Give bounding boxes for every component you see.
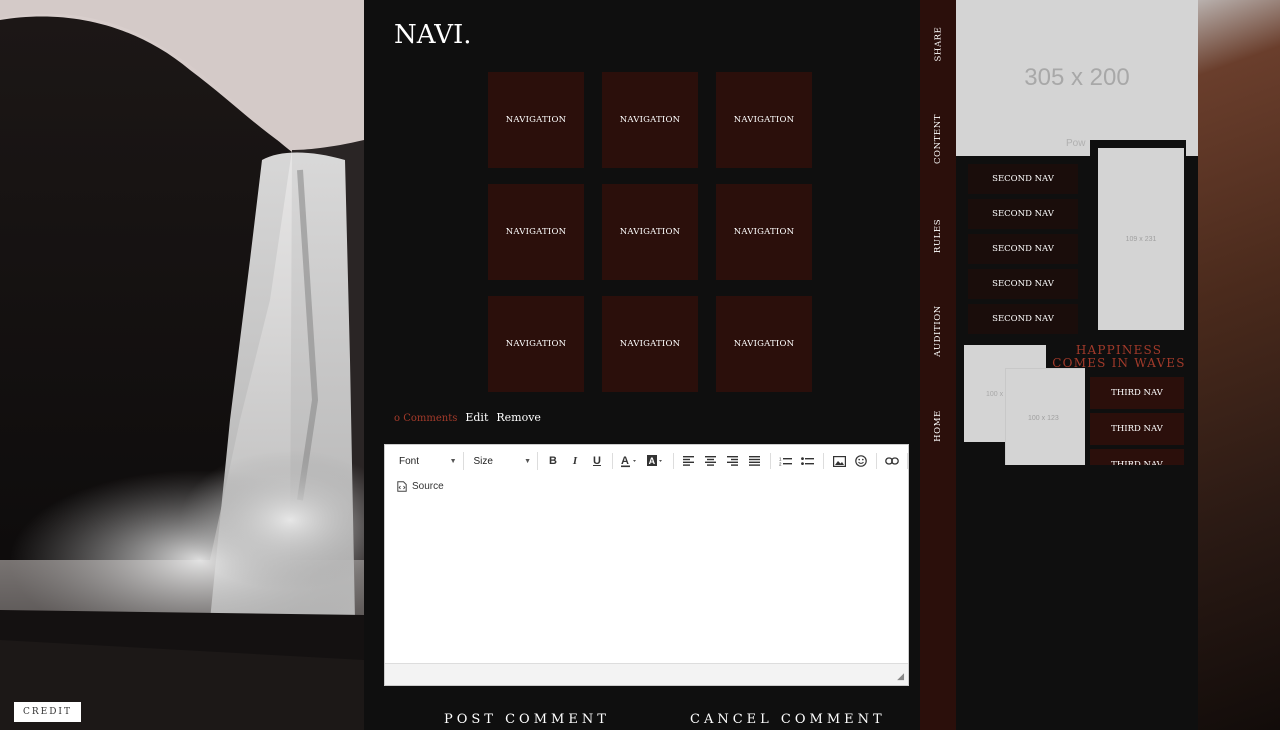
- format-group: B I U: [538, 453, 613, 469]
- comments-row: o Comments Edit Remove: [394, 411, 541, 424]
- second-nav-item[interactable]: SECOND NAV: [968, 269, 1078, 299]
- emoji-icon[interactable]: [850, 452, 872, 470]
- second-nav: SECOND NAV SECOND NAV SECOND NAV SECOND …: [968, 164, 1078, 339]
- tall-placeholder: 109 x 231: [1098, 148, 1184, 330]
- numbered-list-icon[interactable]: 12: [775, 452, 797, 470]
- underline-icon[interactable]: U: [586, 452, 608, 470]
- landscape-photo-right: [1198, 0, 1280, 730]
- vertical-tab-bar: SHARE CONTENT RULES AUDITION HOME: [920, 0, 956, 730]
- nav-tile[interactable]: NAVIGATION: [488, 72, 584, 168]
- small-placeholder-b-label: 100 x 123: [1028, 415, 1059, 422]
- font-select[interactable]: Font ▼: [393, 452, 464, 470]
- nav-tile[interactable]: NAVIGATION: [602, 184, 698, 280]
- resize-handle-icon[interactable]: ◢: [897, 672, 904, 682]
- tab-share[interactable]: SHARE: [920, 24, 956, 64]
- text-color-icon[interactable]: A: [617, 452, 643, 470]
- nav-tile[interactable]: NAVIGATION: [716, 184, 812, 280]
- third-nav: THIRD NAV THIRD NAV THIRD NAV: [1090, 377, 1184, 465]
- source-label: Source: [412, 481, 444, 492]
- navigation-grid: NAVIGATION NAVIGATION NAVIGATION NAVIGAT…: [488, 72, 814, 392]
- third-nav-item[interactable]: THIRD NAV: [1090, 377, 1184, 409]
- main-content: NAVI. NAVIGATION NAVIGATION NAVIGATION N…: [364, 0, 920, 730]
- edit-link[interactable]: Edit: [465, 411, 488, 424]
- tall-placeholder-label: 109 x 231: [1125, 235, 1157, 243]
- tab-audition[interactable]: AUDITION: [920, 305, 956, 357]
- waterfall-photo-art: [0, 0, 364, 730]
- list-group: 12: [771, 453, 824, 469]
- nav-tile[interactable]: NAVIGATION: [488, 184, 584, 280]
- align-group: [674, 453, 771, 469]
- tab-home[interactable]: HOME: [920, 408, 956, 444]
- link-group: [877, 453, 908, 469]
- post-comment-button[interactable]: POST COMMENT: [444, 712, 610, 727]
- bold-icon[interactable]: B: [542, 452, 564, 470]
- nav-tile[interactable]: NAVIGATION: [488, 296, 584, 392]
- second-nav-item[interactable]: SECOND NAV: [968, 234, 1078, 264]
- nav-tile[interactable]: NAVIGATION: [602, 72, 698, 168]
- align-left-icon[interactable]: [678, 452, 700, 470]
- editor-status-bar: ◢: [385, 663, 908, 685]
- remove-link[interactable]: Remove: [496, 411, 541, 424]
- waterfall-photo-left: [0, 0, 364, 730]
- svg-text:A: A: [621, 455, 629, 467]
- banner-placeholder-label: 305 x 200: [1024, 64, 1130, 91]
- align-justify-icon[interactable]: [744, 452, 766, 470]
- size-select-label: Size: [473, 455, 493, 467]
- background-color-icon[interactable]: A: [643, 452, 669, 470]
- second-nav-item[interactable]: SECOND NAV: [968, 304, 1078, 334]
- banner-placeholder-subtext: Pow: [1066, 138, 1086, 149]
- bullet-list-icon[interactable]: [797, 452, 819, 470]
- font-select-label: Font: [399, 455, 420, 467]
- source-button[interactable]: Source: [385, 477, 908, 492]
- chevron-down-icon: ▼: [449, 457, 457, 465]
- link-icon[interactable]: [881, 452, 903, 470]
- source-icon: [397, 481, 407, 492]
- image-icon[interactable]: [828, 452, 850, 470]
- small-placeholder-b: 100 x 123: [1005, 368, 1085, 465]
- align-center-icon[interactable]: [700, 452, 722, 470]
- svg-text:A: A: [649, 456, 656, 466]
- nav-tile[interactable]: NAVIGATION: [602, 296, 698, 392]
- align-right-icon[interactable]: [722, 452, 744, 470]
- chevron-down-icon: ▼: [524, 457, 531, 465]
- small-placeholder-a-label: 100 x: [986, 391, 1004, 398]
- insert-group: [824, 453, 877, 469]
- credit-button[interactable]: CREDIT: [14, 702, 81, 722]
- tab-rules[interactable]: RULES: [920, 216, 956, 256]
- nav-tile[interactable]: NAVIGATION: [716, 296, 812, 392]
- comment-editor: Font ▼ Size ▼ B I U A A 1 2 Source ◢: [384, 444, 909, 686]
- sidebar: 305 x 200 Pow 109 x 231 SECOND NAV SECON…: [956, 0, 1198, 730]
- nav-tile[interactable]: NAVIGATION: [716, 72, 812, 168]
- cancel-comment-button[interactable]: CANCEL COMMENT: [690, 712, 886, 727]
- page-title: NAVI.: [394, 20, 472, 50]
- third-nav-item[interactable]: THIRD NAV: [1090, 449, 1184, 465]
- size-select[interactable]: Size ▼: [468, 452, 538, 470]
- tab-content[interactable]: CONTENT: [920, 114, 956, 164]
- tagline: HAPPINESS COMES IN WAVES: [1052, 343, 1186, 370]
- italic-icon[interactable]: I: [564, 452, 586, 470]
- editor-text-area[interactable]: [385, 505, 908, 663]
- third-nav-item[interactable]: THIRD NAV: [1090, 413, 1184, 445]
- second-nav-item[interactable]: SECOND NAV: [968, 164, 1078, 194]
- color-group: A A: [613, 453, 674, 469]
- second-nav-item[interactable]: SECOND NAV: [968, 199, 1078, 229]
- comments-count-link[interactable]: o Comments: [394, 413, 457, 424]
- editor-toolbar: Font ▼ Size ▼ B I U A A 1 2: [385, 445, 908, 477]
- svg-text:2: 2: [779, 462, 782, 467]
- banner-placeholder: 305 x 200 Pow: [956, 0, 1198, 156]
- page: CREDIT NAVI. NAVIGATION NAVIGATION NAVIG…: [0, 0, 1280, 730]
